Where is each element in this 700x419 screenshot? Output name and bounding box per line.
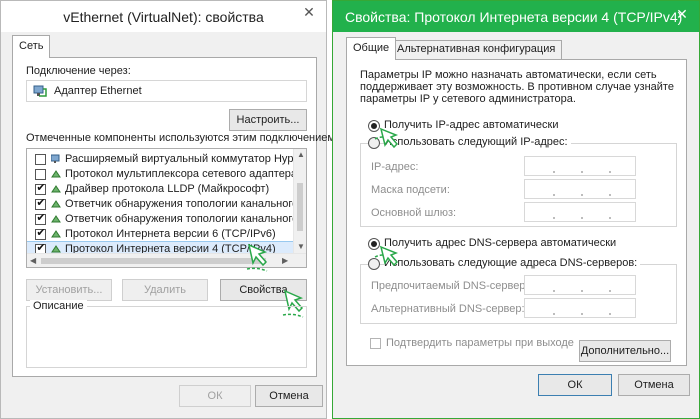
network-component-icon [51, 154, 60, 163]
ip-address-label: IP-адрес: [371, 161, 419, 173]
component-checkbox[interactable] [35, 169, 46, 180]
scroll-thumb[interactable] [41, 258, 266, 264]
auto-ip-label: Получить IP-адрес автоматически [384, 119, 559, 131]
tab-alternate-config[interactable]: Альтернативная конфигурация [390, 40, 563, 59]
scroll-left-icon[interactable]: ◀ [30, 256, 36, 265]
ok-button[interactable]: ОК [538, 374, 612, 396]
scroll-thumb[interactable] [297, 183, 303, 231]
info-text-line: параметры IP у сетевого администратора. [360, 93, 576, 105]
preferred-dns-label: Предпочитаемый DNS-сервер: [371, 280, 529, 292]
checkmark-icon: ✔ [36, 182, 46, 194]
list-item[interactable]: Протокол мультиплексора сетевого адаптер… [27, 167, 306, 182]
list-item[interactable]: ✔ Ответчик обнаружения топологии канальн… [27, 212, 306, 227]
components-label: Отмеченные компоненты используются этим … [26, 132, 339, 144]
connect-via-label: Подключение через: [26, 65, 131, 77]
info-text-line: Параметры IP можно назначать автоматичес… [360, 69, 657, 81]
title-bar: Свойства: Протокол Интернета версии 4 (T… [333, 1, 699, 32]
adapter-name: Адаптер Ethernet [54, 85, 142, 97]
checkmark-icon: ✔ [36, 212, 46, 224]
component-checkbox[interactable]: ✔ [35, 182, 46, 195]
subnet-mask-input[interactable] [524, 179, 636, 199]
checkmark-icon: ✔ [36, 227, 46, 239]
install-button[interactable]: Установить... [26, 279, 112, 301]
vertical-scrollbar[interactable]: ▲ ▼ [293, 149, 306, 253]
list-item[interactable]: Расширяемый виртуальный коммутатор Hyper… [27, 152, 306, 167]
component-checkbox[interactable]: ✔ [35, 212, 46, 225]
manual-dns-label: Использовать следующие адреса DNS-сервер… [384, 257, 641, 269]
alternate-dns-input[interactable] [524, 298, 636, 318]
preferred-dns-input[interactable] [524, 275, 636, 295]
protocol-icon [51, 200, 61, 208]
title-bar: vEthernet (VirtualNet): свойства ✕ [1, 1, 326, 32]
adapter-field: Адаптер Ethernet [26, 80, 307, 102]
scroll-up-icon[interactable]: ▲ [297, 150, 305, 159]
ok-button[interactable]: ОК [179, 385, 251, 407]
ip-address-input[interactable] [524, 156, 636, 176]
auto-dns-label: Получить адрес DNS-сервера автоматически [384, 237, 617, 249]
list-item[interactable]: ✔ Ответчик обнаружения топологии канальн… [27, 197, 306, 212]
hint-cursor-icon [374, 127, 399, 149]
hint-cursor-icon [246, 243, 268, 272]
advanced-button[interactable]: Дополнительно... [579, 340, 671, 362]
tab-bar: Общие Альтернативная конфигурация [346, 37, 686, 60]
subnet-mask-label: Маска подсети: [371, 184, 450, 196]
scroll-right-icon[interactable]: ▶ [282, 256, 288, 265]
tab-bar: Сеть [12, 35, 317, 58]
configure-button[interactable]: Настроить... [229, 109, 307, 131]
info-text-line: поддерживает эту возможность. В противно… [360, 81, 674, 93]
description-label: Описание [30, 300, 87, 312]
component-label: Протокол Интернета версии 6 (TCP/IPv6) [65, 228, 276, 240]
cancel-button[interactable]: Отмена [618, 374, 690, 396]
checkmark-icon: ✔ [36, 197, 46, 209]
window-title: Свойства: Протокол Интернета версии 4 (T… [345, 9, 683, 25]
list-item[interactable]: ✔ Протокол Интернета версии 6 (TCP/IPv6) [27, 227, 296, 242]
window-title: vEthernet (VirtualNet): свойства [63, 9, 264, 25]
network-adapter-icon [33, 85, 47, 97]
component-checkbox[interactable]: ✔ [35, 227, 46, 240]
gateway-input[interactable] [524, 202, 636, 222]
remove-button[interactable]: Удалить [122, 279, 208, 301]
protocol-icon [51, 215, 61, 223]
close-icon[interactable]: ✕ [671, 4, 693, 24]
description-group [26, 306, 307, 368]
gateway-label: Основной шлюз: [371, 207, 457, 219]
validate-label: Подтвердить параметры при выходе [386, 337, 574, 349]
list-item[interactable]: ✔ Драйвер протокола LLDP (Майкрософт) [27, 182, 296, 197]
hint-cursor-icon [374, 245, 399, 267]
validate-checkbox[interactable] [370, 338, 381, 349]
component-checkbox[interactable] [35, 154, 46, 165]
component-label: Ответчик обнаружения топологии канальног… [65, 198, 307, 210]
alternate-dns-label: Альтернативный DNS-сервер: [371, 303, 525, 315]
tab-network[interactable]: Сеть [12, 35, 51, 58]
component-label: Ответчик обнаружения топологии канальног… [65, 213, 307, 225]
component-label: Драйвер протокола LLDP (Майкрософт) [65, 183, 270, 195]
scroll-down-icon[interactable]: ▼ [297, 242, 305, 251]
ipv4-properties-window: Свойства: Протокол Интернета версии 4 (T… [332, 0, 700, 419]
component-checkbox[interactable]: ✔ [35, 197, 46, 210]
manual-ip-label: Использовать следующий IP-адрес: [384, 136, 571, 148]
component-label: Протокол мультиплексора сетевого адаптер… [65, 168, 307, 180]
component-label: Расширяемый виртуальный коммутатор Hyper… [65, 153, 307, 165]
cancel-button[interactable]: Отмена [255, 385, 323, 407]
protocol-icon [51, 170, 61, 178]
protocol-icon [51, 230, 61, 238]
adapter-properties-window: vEthernet (VirtualNet): свойства ✕ Сеть … [0, 0, 338, 419]
close-icon[interactable]: ✕ [298, 2, 320, 22]
protocol-icon [51, 185, 61, 193]
tab-general[interactable]: Общие [346, 37, 397, 60]
